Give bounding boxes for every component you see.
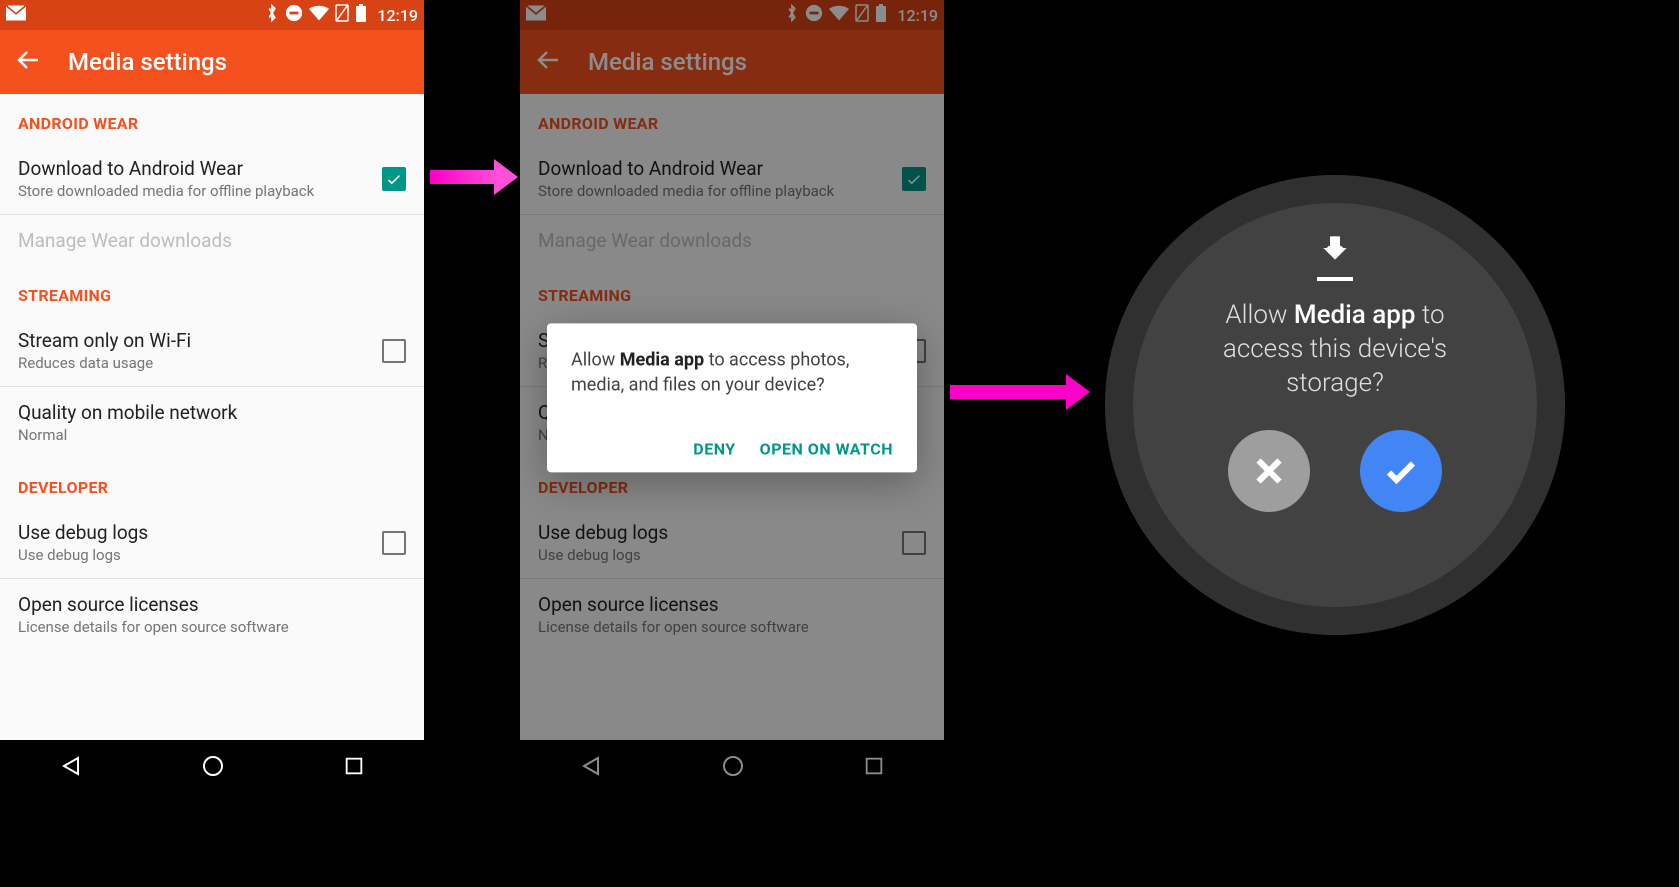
flow-arrow-1 — [430, 170, 498, 184]
section-wear: ANDROID WEAR — [0, 94, 424, 143]
stream-wifi-checkbox[interactable] — [382, 339, 406, 363]
list-item-sub: Normal — [18, 426, 406, 444]
list-item-title: Open source licenses — [18, 593, 406, 616]
open-on-watch-button[interactable]: Open on watch — [760, 440, 893, 459]
list-item-title: Quality on mobile network — [18, 401, 406, 424]
dialog-message: Allow Media app to access photos, media,… — [571, 347, 893, 397]
watch-text: Allow — [1225, 300, 1293, 330]
phone-screen-2: 12:19 Media settings ANDROID WEAR Downlo… — [520, 0, 944, 796]
status-clock: 12:19 — [377, 6, 418, 25]
nav-bar — [0, 740, 424, 796]
list-item-sub: Store downloaded media for offline playb… — [18, 182, 382, 200]
debug-logs-item[interactable]: Use debug logs Use debug logs — [0, 507, 424, 578]
watch-text: storage? — [1286, 368, 1384, 398]
watch-text: access this device's — [1223, 334, 1447, 364]
flow-arrow-2 — [950, 385, 1070, 399]
watch-screen: Allow Media app to access this device's … — [1133, 203, 1537, 607]
section-developer: DEVELOPER — [0, 458, 424, 507]
nav-home-icon[interactable] — [201, 754, 225, 782]
bluetooth-icon — [265, 4, 279, 26]
quality-item[interactable]: Quality on mobile network Normal — [0, 387, 424, 458]
nav-recents-icon[interactable] — [343, 755, 365, 781]
no-sim-icon — [335, 4, 349, 26]
debug-logs-checkbox[interactable] — [382, 531, 406, 555]
list-item-sub: Reduces data usage — [18, 354, 382, 372]
list-item-title: Manage Wear downloads — [18, 229, 406, 252]
oss-licenses-item[interactable]: Open source licenses License details for… — [0, 579, 424, 650]
list-item-title: Download to Android Wear — [18, 157, 382, 180]
dialog-text: Allow — [571, 349, 620, 370]
list-item-title: Stream only on Wi-Fi — [18, 329, 382, 352]
download-to-wear-checkbox[interactable] — [382, 167, 406, 191]
stream-wifi-item[interactable]: Stream only on Wi-Fi Reduces data usage — [0, 315, 424, 386]
gmail-icon — [6, 5, 26, 25]
status-bar: 12:19 — [0, 0, 424, 30]
watch-face: Allow Media app to access this device's … — [1105, 175, 1565, 635]
watch-message: Allow Media app to access this device's … — [1183, 299, 1487, 400]
section-streaming: STREAMING — [0, 266, 424, 315]
permission-dialog: Allow Media app to access photos, media,… — [547, 323, 917, 472]
download-bar — [1317, 277, 1353, 281]
nav-back-icon[interactable] — [59, 754, 83, 782]
watch-app-name: Media app — [1294, 300, 1416, 330]
close-icon — [1251, 453, 1287, 489]
list-item-title: Use debug logs — [18, 521, 382, 544]
back-icon[interactable] — [16, 48, 40, 76]
app-bar: Media settings — [0, 30, 424, 94]
page-title: Media settings — [68, 48, 227, 76]
dialog-app-name: Media app — [620, 349, 704, 370]
wifi-icon — [309, 5, 329, 25]
deny-button[interactable]: Deny — [693, 440, 735, 459]
download-icon — [1315, 233, 1355, 273]
list-item-sub: License details for open source software — [18, 618, 406, 636]
manage-wear-item[interactable]: Manage Wear downloads — [0, 215, 424, 266]
check-icon — [1383, 453, 1419, 489]
settings-list: ANDROID WEAR Download to Android Wear St… — [0, 94, 424, 650]
watch-allow-button[interactable] — [1360, 430, 1442, 512]
download-to-wear-item[interactable]: Download to Android Wear Store downloade… — [0, 143, 424, 214]
dnd-icon — [285, 4, 303, 26]
list-item-sub: Use debug logs — [18, 546, 382, 564]
battery-icon — [355, 4, 367, 26]
phone-screen-1: 12:19 Media settings ANDROID WEAR Downlo… — [0, 0, 424, 796]
watch-text: to — [1416, 300, 1445, 330]
watch-deny-button[interactable] — [1228, 430, 1310, 512]
